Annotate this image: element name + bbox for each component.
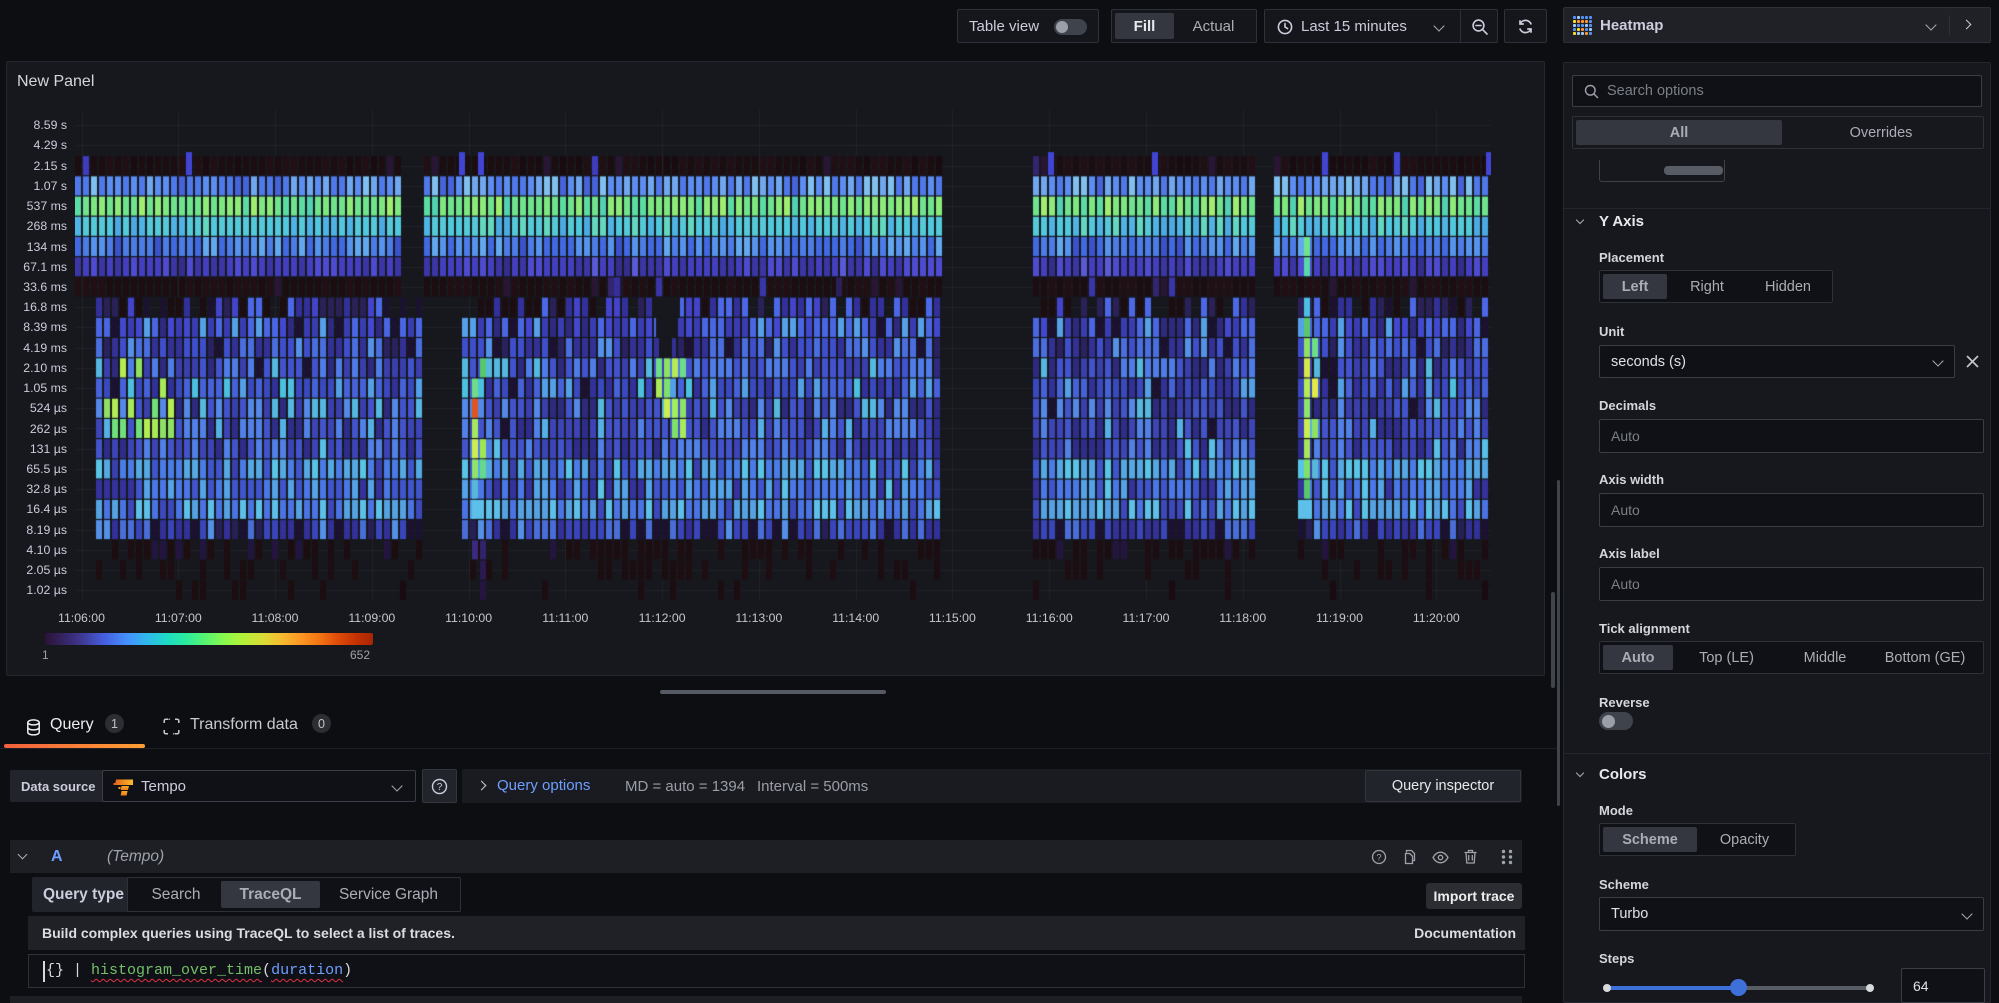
svg-text:?: ? [1376,852,1381,863]
svg-text:?: ? [437,782,443,793]
